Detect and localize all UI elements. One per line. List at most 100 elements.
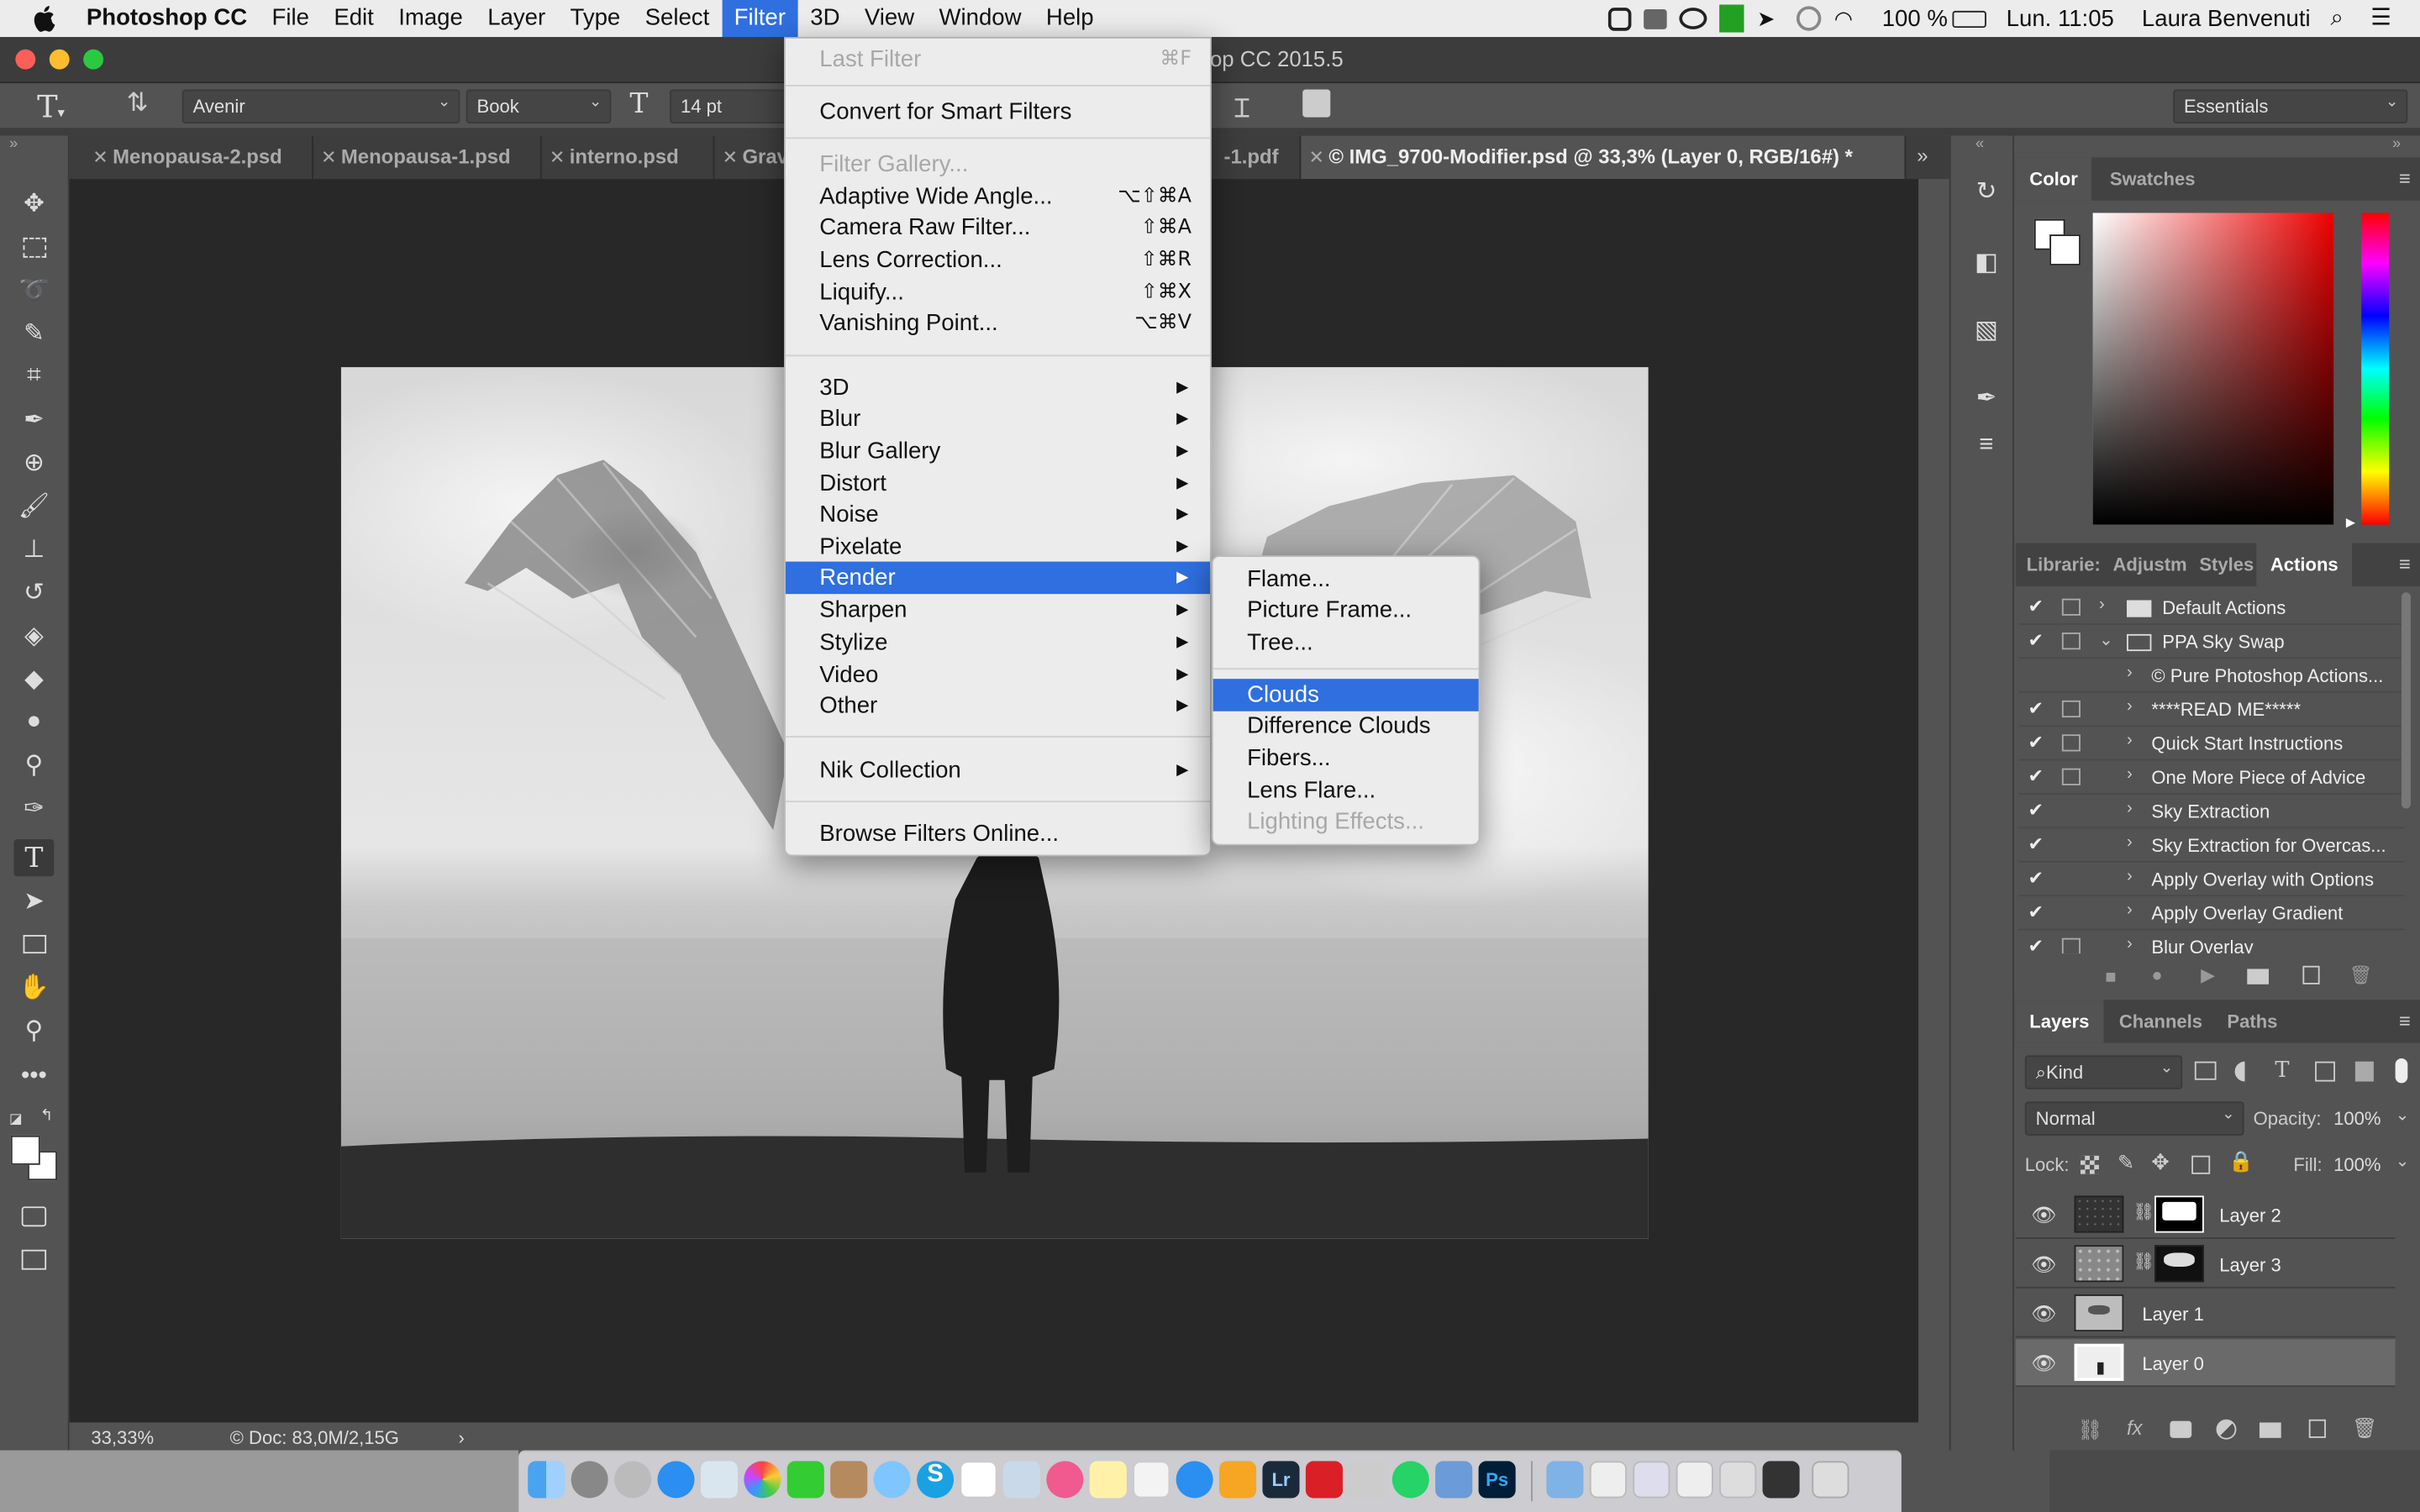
menu-window[interactable]: Window (927, 0, 1034, 37)
dialog-toggle-icon[interactable] (2061, 937, 2081, 954)
menu-item-nik-collection[interactable]: Nik Collection ▶ (786, 754, 1210, 787)
action-row[interactable]: › © Pure Photoshop Actions... (2018, 660, 2405, 693)
document-icon[interactable] (1633, 1461, 1670, 1499)
lock-all-icon[interactable]: 🔒 (2228, 1149, 2254, 1173)
menu-app-name[interactable]: Photoshop CC (74, 0, 260, 37)
action-row[interactable]: ✔ › One More Piece of Advice (2018, 762, 2405, 795)
trash-icon[interactable] (1812, 1461, 1849, 1499)
menu-item-fibers[interactable]: Fibers... (1213, 742, 1479, 774)
lasso-tool-icon[interactable]: ➰ (14, 271, 55, 308)
foreground-color-swatch[interactable] (10, 1135, 40, 1165)
photos-icon[interactable] (744, 1461, 781, 1499)
chevron-right-icon[interactable]: › (2127, 697, 2133, 716)
clone-stamp-tool-icon[interactable]: ⊥ (14, 531, 55, 568)
check-icon[interactable]: ✔ (2028, 629, 2043, 651)
mail-icon[interactable] (1002, 1461, 1040, 1499)
dialog-toggle-icon[interactable] (2061, 598, 2081, 616)
visibility-eye-icon[interactable]: 👁 (2031, 1204, 2056, 1228)
menu-item-sharpen[interactable]: Sharpen ▶ (786, 594, 1210, 627)
zoom-tool-icon[interactable]: ⚲ (14, 1012, 55, 1049)
menu-edit[interactable]: Edit (322, 0, 387, 37)
opacity-chevron-icon[interactable]: ⌄ (2396, 1105, 2410, 1125)
textedit-icon[interactable] (1133, 1461, 1171, 1499)
visibility-eye-icon[interactable]: 👁 (2031, 1252, 2056, 1277)
menu-type[interactable]: Type (558, 0, 633, 37)
tab-menopausa-1[interactable]: ✕ Menopausa-1.psd (313, 135, 542, 180)
action-row[interactable]: ✔ › Apply Overlay Gradient (2018, 898, 2405, 931)
properties-panel-icon[interactable]: ▧ (1970, 315, 2003, 349)
actions-scrollbar[interactable] (2401, 592, 2411, 809)
stop-icon[interactable]: ■ (2105, 966, 2116, 988)
tab-channels[interactable]: Channels (2105, 1000, 2216, 1042)
tab-interno[interactable]: ✕ interno.psd (542, 135, 715, 180)
filter-toggle-icon[interactable] (2395, 1058, 2408, 1084)
brush-presets-icon[interactable]: ✒ (1970, 383, 2003, 417)
document-icon[interactable] (1589, 1461, 1627, 1499)
add-mask-icon[interactable] (2170, 1420, 2192, 1438)
facetime-icon[interactable] (786, 1461, 824, 1499)
color-panel-bg-swatch[interactable] (2049, 234, 2081, 265)
dialog-toggle-icon[interactable] (2061, 734, 2081, 752)
visibility-eye-icon[interactable]: 👁 (2031, 1302, 2056, 1326)
move-tool-icon[interactable]: ✥ (14, 185, 55, 222)
close-tab-icon[interactable]: ✕ (321, 136, 336, 179)
swap-colors-icon[interactable]: ↰ (40, 1108, 53, 1125)
font-size-select[interactable]: 14 pt (670, 89, 791, 123)
more-tools-icon[interactable]: ••• (14, 1058, 55, 1095)
contacts-icon[interactable] (830, 1461, 868, 1499)
zoom-level[interactable]: 33,33% (91, 1422, 154, 1453)
apple-icon[interactable] (31, 0, 65, 37)
fill-value[interactable]: 100% (2333, 1154, 2381, 1176)
skype-icon[interactable]: S (917, 1461, 955, 1499)
battery-icon[interactable] (1952, 9, 1986, 28)
menu-item-lighting-effects[interactable]: Lighting Effects... (1213, 806, 1479, 838)
menu-item-video[interactable]: Video ▶ (786, 659, 1210, 691)
character-panel-icon[interactable] (1302, 89, 1331, 118)
screen-mode-icon[interactable] (14, 1241, 55, 1278)
adjustments-icon[interactable]: ≡ (1970, 432, 2003, 465)
action-row[interactable]: ✔ › Default Actions (2018, 592, 2405, 625)
filter-pixel-layers-icon[interactable] (2194, 1061, 2217, 1080)
check-icon[interactable]: ✔ (2028, 697, 2043, 719)
delete-layer-icon[interactable]: 🗑 (2352, 1416, 2377, 1441)
menu-item-filter-gallery[interactable]: Filter Gallery... (786, 148, 1210, 181)
battery-percent[interactable]: 100 % (1868, 5, 1961, 31)
visibility-eye-icon[interactable]: 👁 (2031, 1352, 2056, 1376)
safari-icon[interactable] (1176, 1461, 1213, 1499)
time-machine-icon[interactable] (1797, 6, 1823, 31)
collapse-icon[interactable]: « (1975, 136, 1984, 153)
menu-item-adaptive-wide-angle[interactable]: Adaptive Wide Angle... ⌥⇧⌘A (786, 181, 1210, 213)
chevron-right-icon[interactable]: › (2127, 867, 2133, 885)
menu-item-blur[interactable]: Blur ▶ (786, 402, 1210, 435)
3d-panel-icon[interactable]: ◧ (1970, 247, 2003, 281)
finder-icon[interactable] (528, 1461, 566, 1499)
menu-item-browse-filters-online[interactable]: Browse Filters Online... (786, 817, 1210, 850)
filter-shape-layers-icon[interactable] (2315, 1061, 2335, 1082)
tab-adjustments[interactable]: Adjustm (2105, 543, 2195, 586)
menu-layer[interactable]: Layer (476, 0, 558, 37)
new-set-folder-icon[interactable] (2247, 969, 2269, 984)
pages-icon[interactable] (1219, 1461, 1257, 1499)
folder-icon[interactable] (1546, 1461, 1584, 1499)
calendar-icon[interactable] (960, 1461, 997, 1499)
menu-item-last-filter[interactable]: Last Filter ⌘F (786, 43, 1210, 76)
preview-icon[interactable] (700, 1461, 738, 1499)
minimize-window-button[interactable] (49, 49, 70, 70)
notes-icon[interactable] (1089, 1461, 1127, 1499)
marquee-tool-icon[interactable] (14, 228, 55, 265)
menu-item-camera-raw[interactable]: Camera Raw Filter... ⇧⌘A (786, 212, 1210, 244)
check-icon[interactable]: ✔ (2028, 799, 2043, 821)
menu-item-flame[interactable]: Flame... (1213, 563, 1479, 596)
dialog-toggle-icon[interactable] (2061, 700, 2081, 718)
tab-styles[interactable]: Styles (2191, 543, 2261, 586)
history-brush-tool-icon[interactable]: ↺ (14, 574, 55, 611)
chevron-down-icon[interactable]: ⌄ (2099, 629, 2113, 649)
whatsapp-icon[interactable] (1392, 1461, 1429, 1499)
system-preferences-icon[interactable] (571, 1461, 608, 1499)
menu-item-difference-clouds[interactable]: Difference Clouds (1213, 710, 1479, 743)
tab-libraries[interactable]: Librarie: (2018, 543, 2108, 586)
panel-menu-icon[interactable]: ≡ (2399, 1009, 2411, 1032)
fill-chevron-icon[interactable]: ⌄ (2396, 1151, 2410, 1171)
itunes-icon[interactable] (1046, 1461, 1084, 1499)
dropbox-icon[interactable] (1644, 8, 1668, 29)
